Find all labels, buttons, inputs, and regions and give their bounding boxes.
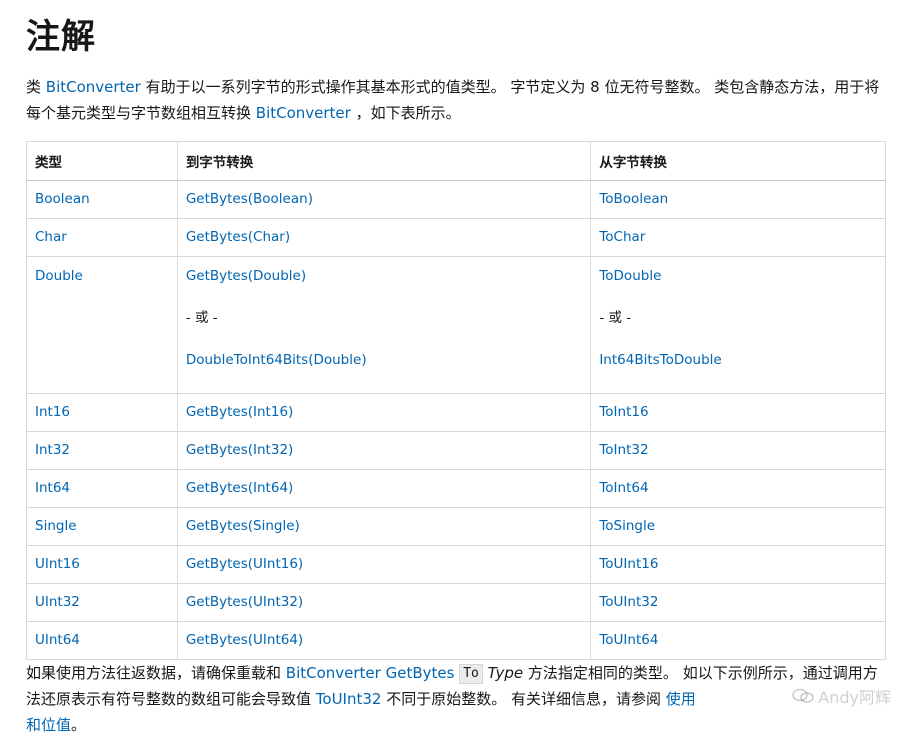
header-from-bytes: 从字节转换 bbox=[590, 141, 886, 181]
bitconverter-link-2[interactable]: BitConverter bbox=[256, 104, 351, 122]
footer-text-3: 不同于原始整数。 有关详细信息，请参阅 bbox=[381, 690, 666, 708]
to-bytes-link[interactable]: GetBytes(Int32) bbox=[186, 442, 294, 458]
type-link[interactable]: UInt16 bbox=[35, 556, 80, 572]
intro-text-3: ，如下表所示。 bbox=[350, 104, 461, 122]
to-bytes-link[interactable]: GetBytes(UInt32) bbox=[186, 594, 303, 610]
type-link[interactable]: UInt64 bbox=[35, 632, 80, 648]
table-row: Double GetBytes(Double) - 或 - DoubleToIn… bbox=[26, 256, 886, 394]
table-row: Char GetBytes(Char) ToChar bbox=[26, 218, 886, 257]
header-to-bytes: 到字节转换 bbox=[176, 141, 592, 181]
footer-text-1: 如果使用方法往返数据，请确保重载和 bbox=[26, 664, 286, 682]
type-link[interactable]: Char bbox=[35, 229, 67, 245]
to-bytes-link[interactable]: GetBytes(Single) bbox=[186, 518, 300, 534]
reference-link[interactable]: 使用 bbox=[666, 690, 696, 708]
bitconverter-link-3[interactable]: BitConverter bbox=[286, 664, 381, 682]
table-row: UInt64 GetBytes(UInt64) ToUInt64 bbox=[26, 621, 886, 660]
reference-link-continued[interactable]: 和位值 bbox=[26, 716, 71, 734]
from-bytes-link[interactable]: ToUInt32 bbox=[599, 594, 658, 610]
footer-paragraph: 如果使用方法往返数据，请确保重载和 BitConverter GetBytes … bbox=[26, 660, 891, 738]
touint32-link[interactable]: ToUInt32 bbox=[316, 690, 382, 708]
bitconverter-link[interactable]: BitConverter bbox=[46, 78, 141, 96]
conversion-table: 类型 到字节转换 从字节转换 Boolean GetBytes(Boolean)… bbox=[26, 141, 886, 660]
type-link[interactable]: Double bbox=[35, 268, 83, 284]
type-link[interactable]: Single bbox=[35, 518, 77, 534]
getbytes-link[interactable]: GetBytes bbox=[386, 664, 455, 682]
docs-page: 注解 类 BitConverter 有助于以一系列字节的形式操作其基本形式的值类… bbox=[0, 0, 913, 739]
table-row: UInt32 GetBytes(UInt32) ToUInt32 bbox=[26, 583, 886, 622]
watermark: Andy阿辉 bbox=[792, 684, 891, 708]
watermark-text: Andy阿辉 bbox=[818, 688, 891, 707]
page-title: 注解 bbox=[26, 17, 96, 57]
header-type: 类型 bbox=[26, 141, 178, 181]
table-row: UInt16 GetBytes(UInt16) ToUInt16 bbox=[26, 545, 886, 584]
to-bytes-link[interactable]: GetBytes(Char) bbox=[186, 229, 290, 245]
from-bytes-link-alt[interactable]: Int64BitsToDouble bbox=[599, 352, 721, 368]
from-bytes-link[interactable]: ToInt32 bbox=[599, 442, 648, 458]
from-bytes-link[interactable]: ToChar bbox=[599, 229, 645, 245]
from-bytes-link[interactable]: ToUInt64 bbox=[599, 632, 658, 648]
table-row: Int64 GetBytes(Int64) ToInt64 bbox=[26, 469, 886, 508]
table-row: Int16 GetBytes(Int16) ToInt16 bbox=[26, 393, 886, 432]
table-row: Single GetBytes(Single) ToSingle bbox=[26, 507, 886, 546]
to-bytes-link[interactable]: GetBytes(Boolean) bbox=[186, 191, 313, 207]
table-row: Boolean GetBytes(Boolean) ToBoolean bbox=[26, 180, 886, 219]
type-link[interactable]: Int16 bbox=[35, 404, 70, 420]
from-bytes-link[interactable]: ToDouble bbox=[599, 268, 661, 284]
type-placeholder: Type bbox=[487, 664, 524, 682]
from-bytes-link[interactable]: ToSingle bbox=[599, 518, 655, 534]
type-link[interactable]: UInt32 bbox=[35, 594, 80, 610]
inline-code-to: To bbox=[459, 664, 483, 684]
to-bytes-link-alt[interactable]: DoubleToInt64Bits(Double) bbox=[186, 352, 367, 368]
from-bytes-link[interactable]: ToInt64 bbox=[599, 480, 648, 496]
to-bytes-link[interactable]: GetBytes(Int16) bbox=[186, 404, 294, 420]
intro-text-1: 类 bbox=[26, 78, 46, 96]
or-separator: - 或 - bbox=[185, 310, 218, 326]
to-bytes-link[interactable]: GetBytes(UInt64) bbox=[186, 632, 303, 648]
table-row: Int32 GetBytes(Int32) ToInt32 bbox=[26, 431, 886, 470]
intro-paragraph: 类 BitConverter 有助于以一系列字节的形式操作其基本形式的值类型。 … bbox=[26, 74, 891, 126]
from-bytes-link[interactable]: ToBoolean bbox=[599, 191, 668, 207]
from-bytes-link[interactable]: ToUInt16 bbox=[599, 556, 658, 572]
to-bytes-link[interactable]: GetBytes(Double) bbox=[186, 268, 306, 284]
type-link[interactable]: Int64 bbox=[35, 480, 70, 496]
or-separator: - 或 - bbox=[599, 310, 632, 326]
footer-text-4: 。 bbox=[71, 716, 87, 734]
from-bytes-link[interactable]: ToInt16 bbox=[599, 404, 648, 420]
wechat-icon bbox=[792, 688, 814, 703]
to-bytes-link[interactable]: GetBytes(Int64) bbox=[186, 480, 294, 496]
to-bytes-link[interactable]: GetBytes(UInt16) bbox=[186, 556, 303, 572]
type-link[interactable]: Boolean bbox=[35, 191, 90, 207]
table-header-row: 类型 到字节转换 从字节转换 bbox=[26, 141, 886, 181]
type-link[interactable]: Int32 bbox=[35, 442, 70, 458]
